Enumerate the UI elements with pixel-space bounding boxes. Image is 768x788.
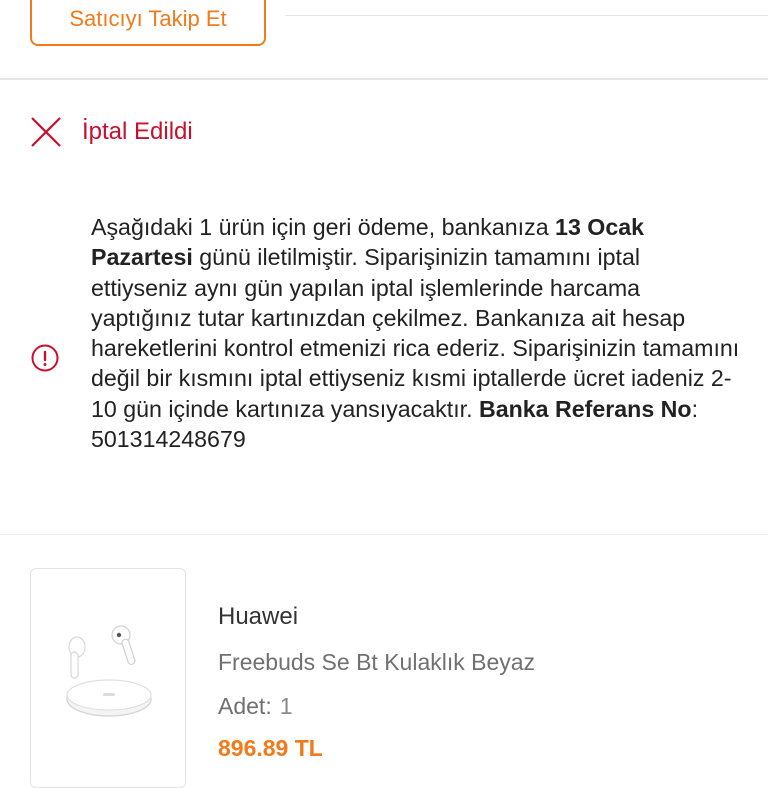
section-divider-2 <box>0 534 768 535</box>
refund-info-text: Aşağıdaki 1 ürün için geri ödeme, bankan… <box>91 212 741 454</box>
status-label: İptal Edildi <box>82 118 193 145</box>
follow-seller-label: Satıcıyı Takip Et <box>69 6 227 31</box>
section-divider <box>0 78 768 80</box>
refund-text-part1: Aşağıdaki 1 ürün için geri ödeme, bankan… <box>91 214 556 240</box>
product-quantity: Adet: 1 <box>218 693 293 720</box>
bank-reference-number: 501314248679 <box>91 426 246 453</box>
product-price: 896.89 TL <box>218 735 323 761</box>
product-brand: Huawei <box>218 603 299 630</box>
close-icon <box>30 116 62 148</box>
order-status: İptal Edildi <box>30 112 193 152</box>
product-name[interactable]: Freebuds Se Bt Kulaklık Beyaz <box>218 649 535 676</box>
product-image-card[interactable] <box>30 568 186 788</box>
seller-section: Satıcıyı Takip Et <box>0 0 768 78</box>
info-icon <box>30 343 60 373</box>
earbuds-icon <box>61 619 157 731</box>
bank-reference-label: Banka Referans No <box>478 395 692 422</box>
follow-seller-button[interactable]: Satıcıyı Takip Et <box>30 0 266 46</box>
quantity-label: Adet: <box>218 693 272 719</box>
quantity-value: 1 <box>279 693 293 719</box>
bank-reference-separator: : <box>691 395 699 422</box>
